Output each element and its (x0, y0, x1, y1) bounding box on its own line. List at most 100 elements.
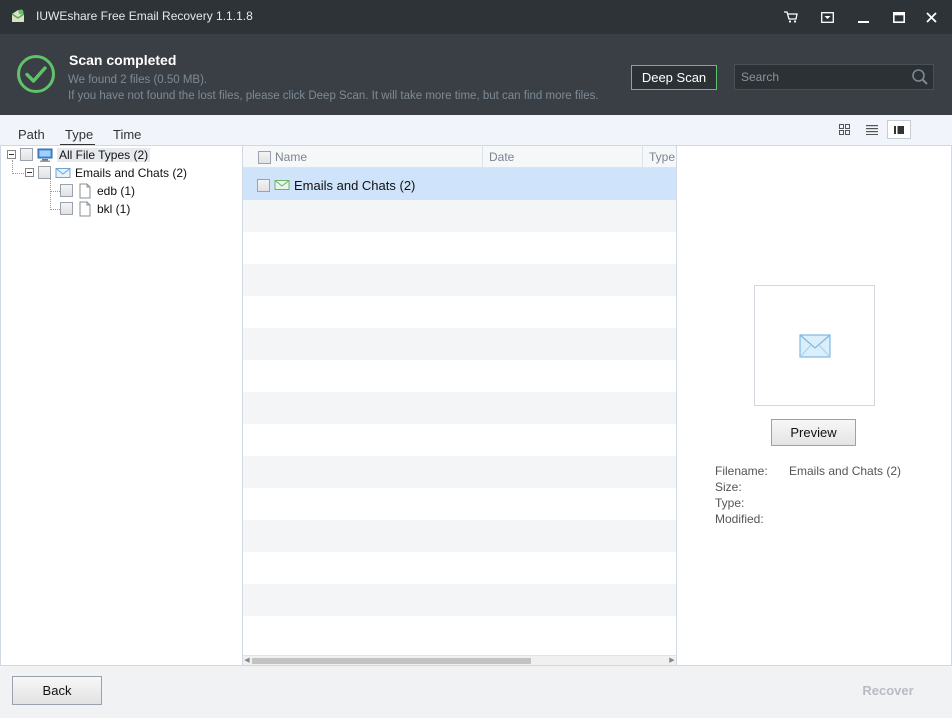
horizontal-scrollbar[interactable]: ◀ ▶ (243, 655, 676, 665)
list-header: Name Date Type (243, 146, 676, 168)
size-label: Size: (715, 480, 742, 494)
scan-hint-text: If you have not found the lost files, pl… (68, 90, 599, 102)
select-all-checkbox[interactable] (258, 150, 271, 164)
search-icon[interactable] (911, 68, 929, 86)
type-label: Type: (715, 496, 745, 510)
preview-thumbnail (754, 285, 875, 406)
check-circle-icon (17, 55, 55, 93)
cart-button[interactable] (778, 6, 804, 28)
row-checkbox[interactable] (257, 178, 270, 192)
tab-type[interactable]: Type (60, 127, 96, 145)
column-type-label: Type (649, 150, 676, 164)
preview-panel: Preview Filename: Emails and Chats (2) S… (676, 146, 952, 665)
empty-row (243, 360, 676, 392)
column-name[interactable]: Name (243, 146, 483, 168)
file-icon (79, 201, 91, 216)
app-logo-icon (11, 9, 25, 22)
tree-connector (50, 209, 60, 210)
empty-row (243, 520, 676, 552)
close-icon (925, 11, 937, 23)
empty-row (243, 328, 676, 360)
preview-button[interactable]: Preview (771, 419, 856, 446)
detail-view-icon (894, 125, 904, 134)
scrollbar-thumb[interactable] (252, 658, 531, 664)
tree-node-emails-and-chats[interactable]: Emails and Chats (2) (25, 164, 187, 181)
empty-row (243, 456, 676, 488)
back-button[interactable]: Back (12, 676, 102, 705)
close-button[interactable] (918, 6, 944, 28)
list-view-button[interactable] (860, 120, 884, 139)
empty-row (243, 296, 676, 328)
modified-label: Modified: (715, 512, 764, 526)
deep-scan-button[interactable]: Deep Scan (631, 65, 717, 90)
checkbox[interactable] (20, 148, 33, 161)
column-type[interactable]: Type (643, 146, 676, 168)
empty-row (243, 424, 676, 456)
footer-bar: Back Recover (0, 665, 952, 718)
file-icon (79, 183, 91, 198)
envelope-icon (55, 167, 71, 178)
column-date[interactable]: Date (483, 146, 643, 168)
tree-connector (12, 173, 26, 174)
tree-node-label: All File Types (2) (57, 147, 151, 162)
column-name-label: Name (275, 150, 308, 164)
file-type-tree: All File Types (2) Emails and Chats (2) … (0, 146, 243, 665)
envelope-icon (799, 334, 831, 358)
collapse-toggle[interactable] (7, 150, 16, 159)
maximize-icon (893, 11, 905, 23)
column-date-label: Date (489, 150, 515, 164)
cart-icon (784, 11, 798, 23)
minimize-icon (857, 20, 869, 23)
collapse-toggle[interactable] (25, 168, 34, 177)
tab-path[interactable]: Path (18, 127, 45, 144)
search-input[interactable] (735, 65, 907, 89)
tree-node-all-file-types[interactable]: All File Types (2) (7, 146, 151, 163)
filename-value: Emails and Chats (2) (789, 464, 902, 478)
list-row-content: Emails and Chats (2) (257, 177, 415, 193)
filename-label: Filename: (715, 464, 768, 478)
empty-row (243, 616, 676, 648)
tree-node-label: edb (1) (97, 183, 136, 198)
computer-icon (37, 148, 53, 162)
empty-row (243, 488, 676, 520)
search-box (734, 64, 934, 90)
detail-view-button[interactable] (887, 120, 911, 139)
envelope-icon (274, 180, 290, 190)
grid-view-icon (838, 124, 850, 135)
tree-node-edb[interactable]: edb (1) (60, 182, 135, 199)
view-tab-bar: Path Type Time (0, 115, 952, 146)
title-bar: IUWEshare Free Email Recovery 1.1.1.8 (0, 0, 952, 34)
tree-node-bkl[interactable]: bkl (1) (60, 200, 130, 217)
checkbox[interactable] (60, 202, 73, 215)
grid-view-button[interactable] (832, 120, 856, 139)
tree-node-label: bkl (1) (97, 201, 131, 216)
empty-row (243, 264, 676, 296)
scan-status-header: Scan completed We found 2 files (0.50 MB… (0, 34, 952, 115)
scan-found-text: We found 2 files (0.50 MB). (68, 74, 208, 86)
list-view-icon (866, 124, 878, 135)
empty-row (243, 552, 676, 584)
tree-connector (50, 179, 51, 210)
empty-row (243, 392, 676, 424)
scroll-right-icon[interactable]: ▶ (668, 657, 676, 665)
checkbox[interactable] (38, 166, 51, 179)
empty-row (243, 584, 676, 616)
minimize-button[interactable] (850, 6, 876, 28)
scan-status-title: Scan completed (69, 52, 177, 68)
list-row[interactable]: Emails and Chats (2) (243, 168, 676, 200)
scroll-left-icon[interactable]: ◀ (243, 657, 251, 665)
window-title: IUWEshare Free Email Recovery 1.1.1.8 (36, 9, 253, 23)
menu-icon (820, 11, 834, 23)
empty-row (243, 232, 676, 264)
menu-button[interactable] (814, 6, 840, 28)
tree-connector (50, 191, 60, 192)
empty-row (243, 200, 676, 232)
recover-button[interactable]: Recover (838, 676, 938, 705)
tree-node-label: Emails and Chats (2) (75, 165, 188, 180)
checkbox[interactable] (60, 184, 73, 197)
row-name: Emails and Chats (2) (294, 177, 416, 193)
maximize-button[interactable] (886, 6, 912, 28)
tab-time[interactable]: Time (113, 127, 141, 144)
file-list: Name Date Type Emails and Chats (2) ◀ ▶ (243, 146, 676, 665)
list-body: Emails and Chats (2) (243, 168, 676, 655)
